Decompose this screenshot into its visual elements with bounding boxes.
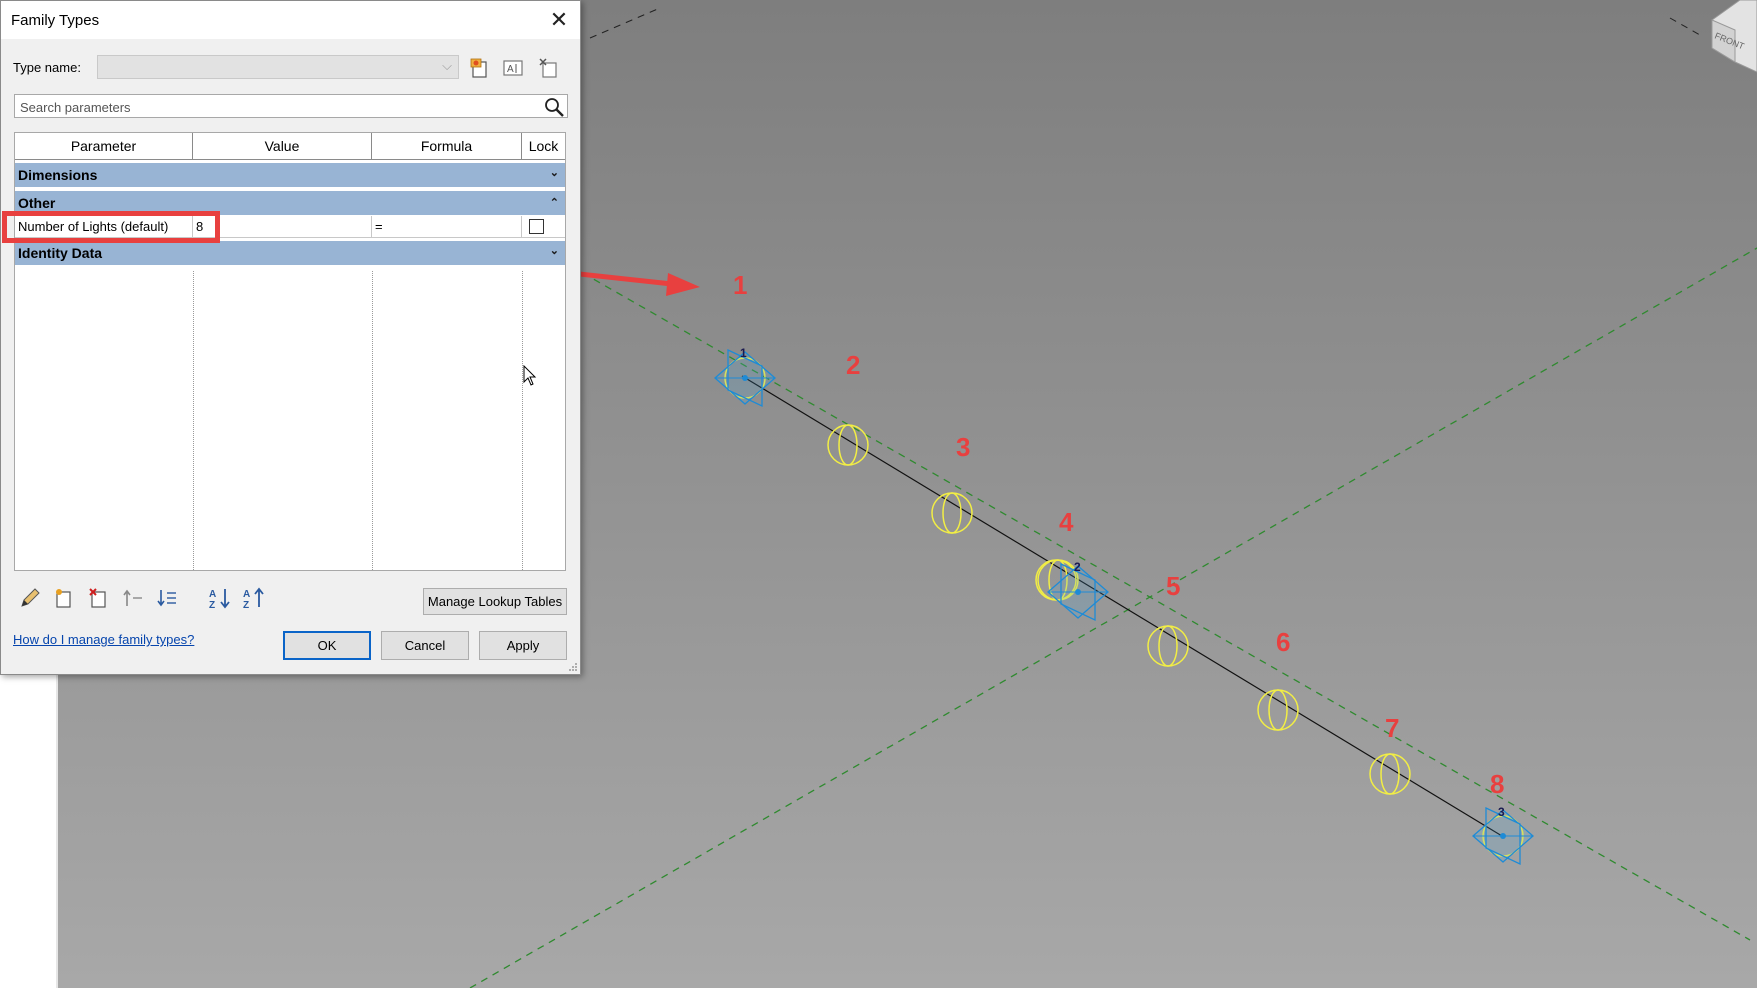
ok-button[interactable]: OK [283,631,371,660]
annotation-number: 6 [1276,627,1291,657]
column-header-formula[interactable]: Formula [372,133,522,160]
delete-type-icon[interactable] [537,56,561,80]
annotation-number: 8 [1490,769,1505,799]
annotation-number: 1 [733,270,748,300]
family-types-dialog: Family Types ✕ Type name: ⌵ A Parameter … [0,0,581,675]
close-button[interactable]: ✕ [546,7,572,33]
new-parameter-icon[interactable] [52,586,76,610]
move-up-icon[interactable] [121,586,145,610]
column-divider [372,271,373,570]
dialog-title: Family Types [11,12,100,29]
annotation-number: 2 [846,350,861,380]
column-divider [193,271,194,570]
apply-button[interactable]: Apply [479,631,567,660]
annotation-number: 3 [956,432,971,462]
group-dimensions[interactable]: Dimensions ⌄ [15,163,565,187]
chevron-down-icon: ⌵ [442,58,452,73]
annotation-number: 4 [1059,507,1074,537]
lock-checkbox[interactable] [529,219,544,234]
annotation-number: 5 [1166,571,1181,601]
cancel-button[interactable]: Cancel [381,631,469,660]
resize-grip-icon[interactable] [568,662,578,672]
chevron-double-down-icon[interactable]: ⌄ [550,161,559,185]
search-input[interactable] [18,97,542,117]
manage-lookup-tables-button[interactable]: Manage Lookup Tables [423,588,567,615]
callout-highlight-box [2,211,220,243]
svg-text:A: A [209,589,216,600]
annotation-number: 7 [1385,713,1400,743]
search-icon[interactable] [543,96,565,118]
node-label: 1 [740,346,747,360]
parameters-table: Parameter Value Formula Lock Dimensions … [14,132,566,571]
group-label: Identity Data [18,245,103,261]
chevron-double-up-icon[interactable]: ⌃ [550,191,559,215]
group-label: Other [18,195,56,211]
help-link[interactable]: How do I manage family types? [13,632,194,647]
chevron-double-down-icon[interactable]: ⌄ [550,239,559,263]
type-name-dropdown[interactable]: ⌵ [97,55,459,79]
group-label: Dimensions [18,167,98,183]
parameter-formula-cell[interactable]: = [372,216,522,238]
group-identity-data[interactable]: Identity Data ⌄ [15,241,565,265]
node-label: 3 [1498,805,1505,819]
svg-text:A: A [243,589,250,600]
type-name-label: Type name: [13,60,81,75]
edit-parameter-icon[interactable] [18,586,42,610]
dialog-titlebar[interactable]: Family Types ✕ [1,1,580,39]
sort-descending-icon[interactable]: A Z [242,586,266,610]
column-header-parameter[interactable]: Parameter [15,133,193,160]
column-header-lock[interactable]: Lock [522,133,565,160]
column-divider [522,271,523,570]
column-header-value[interactable]: Value [193,133,372,160]
rename-type-icon[interactable]: A [501,56,525,80]
delete-parameter-icon[interactable] [87,586,111,610]
new-type-icon[interactable] [468,56,492,80]
mouse-cursor-icon [523,365,537,386]
move-down-icon[interactable] [155,586,179,610]
search-parameters-field[interactable] [14,94,568,118]
svg-text:A: A [507,64,514,75]
sort-ascending-icon[interactable]: A Z [208,586,232,610]
svg-text:Z: Z [243,600,249,610]
svg-text:Z: Z [209,600,215,610]
node-label: 2 [1074,560,1081,574]
